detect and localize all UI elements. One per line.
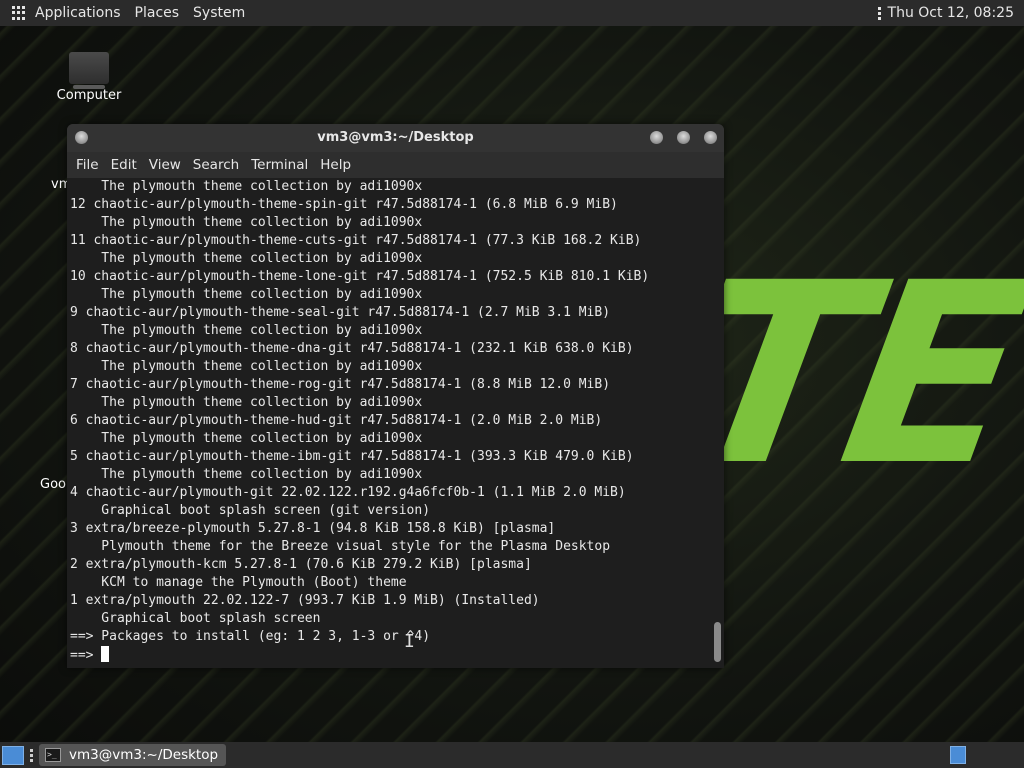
menu-terminal[interactable]: Terminal <box>245 152 314 178</box>
desktop-icon-computer[interactable]: Computer <box>50 50 128 103</box>
maximize-icon[interactable] <box>677 131 690 144</box>
terminal-line: The plymouth theme collection by adi1090… <box>70 251 423 266</box>
terminal-line: 1 extra/plymouth 22.02.122-7 (993.7 KiB … <box>70 593 540 608</box>
terminal-line: 11 chaotic-aur/plymouth-theme-cuts-git r… <box>70 233 642 248</box>
minimize-icon[interactable] <box>650 131 663 144</box>
terminal-line: The plymouth theme collection by adi1090… <box>70 215 423 230</box>
terminal-line: 9 chaotic-aur/plymouth-theme-seal-git r4… <box>70 305 611 320</box>
computer-icon <box>69 52 109 89</box>
menu-help[interactable]: Help <box>314 152 357 178</box>
terminal-line: Graphical boot splash screen (git versio… <box>70 503 431 518</box>
terminal-line: 5 chaotic-aur/plymouth-theme-ibm-git r47… <box>70 449 634 464</box>
prompt-text: ==> <box>70 648 102 663</box>
terminal-line: Graphical boot splash screen <box>70 611 321 626</box>
applications-grid-icon[interactable] <box>12 6 26 20</box>
menu-applications[interactable]: Applications <box>28 0 128 26</box>
taskbar-item-terminal[interactable]: >_ vm3@vm3:~/Desktop <box>39 744 227 766</box>
terminal-line: ==> Packages to install (eg: 1 2 3, 1-3 … <box>70 629 431 644</box>
terminal-prompt-line[interactable]: ==> <box>70 646 724 664</box>
desktop-icon-label-partial[interactable]: Goo <box>40 477 66 492</box>
text-cursor-ibeam-icon: I <box>404 631 415 652</box>
menu-view[interactable]: View <box>143 152 187 178</box>
scrollbar[interactable] <box>713 178 721 668</box>
terminal-line: The plymouth theme collection by adi1090… <box>70 287 423 302</box>
taskbar-item-label: vm3@vm3:~/Desktop <box>69 747 219 763</box>
terminal-output[interactable]: The plymouth theme collection by adi1090… <box>67 178 724 668</box>
terminal-window[interactable]: vm3@vm3:~/Desktop File Edit View Search … <box>67 124 724 668</box>
menu-system[interactable]: System <box>186 0 252 26</box>
terminal-line: 7 chaotic-aur/plymouth-theme-rog-git r47… <box>70 377 611 392</box>
clock-area[interactable]: Thu Oct 12, 08:25 <box>877 5 1024 21</box>
title-bar[interactable]: vm3@vm3:~/Desktop <box>67 124 724 152</box>
terminal-line: Plymouth theme for the Breeze visual sty… <box>70 539 611 554</box>
terminal-line: 12 chaotic-aur/plymouth-theme-spin-git r… <box>70 197 618 212</box>
terminal-icon: >_ <box>45 748 61 762</box>
terminal-line: 4 chaotic-aur/plymouth-git 22.02.122.r19… <box>70 485 626 500</box>
clock[interactable]: Thu Oct 12, 08:25 <box>888 5 1014 21</box>
desktop-icon-label: Computer <box>56 88 122 103</box>
terminal-line: The plymouth theme collection by adi1090… <box>70 323 423 338</box>
terminal-line: The plymouth theme collection by adi1090… <box>70 431 423 446</box>
menu-edit[interactable]: Edit <box>105 152 143 178</box>
panel-handle-icon <box>877 6 881 20</box>
window-title: vm3@vm3:~/Desktop <box>317 130 474 145</box>
close-icon[interactable] <box>704 131 717 144</box>
terminal-cursor <box>101 646 110 662</box>
show-desktop-icon[interactable] <box>2 745 24 765</box>
terminal-line: 10 chaotic-aur/plymouth-theme-lone-git r… <box>70 269 650 284</box>
bottom-panel: >_ vm3@vm3:~/Desktop <box>0 742 1024 768</box>
terminal-line: The plymouth theme collection by adi1090… <box>70 395 423 410</box>
menu-search[interactable]: Search <box>187 152 245 178</box>
menu-file[interactable]: File <box>70 152 105 178</box>
terminal-line: The plymouth theme collection by adi1090… <box>70 179 423 194</box>
terminal-line: 2 extra/plymouth-kcm 5.27.8-1 (70.6 KiB … <box>70 557 532 572</box>
menu-places[interactable]: Places <box>128 0 187 26</box>
terminal-line: The plymouth theme collection by adi1090… <box>70 467 423 482</box>
terminal-line: The plymouth theme collection by adi1090… <box>70 359 423 374</box>
scrollbar-thumb[interactable] <box>714 622 721 662</box>
terminal-line: KCM to manage the Plymouth (Boot) theme <box>70 575 407 590</box>
workspace-switcher[interactable] <box>950 746 966 764</box>
terminal-text[interactable]: The plymouth theme collection by adi1090… <box>67 178 724 664</box>
top-panel: Applications Places System Thu Oct 12, 0… <box>0 0 1024 26</box>
panel-handle-icon <box>30 748 33 762</box>
terminal-line: 3 extra/breeze-plymouth 5.27.8-1 (94.8 K… <box>70 521 556 536</box>
terminal-line: 8 chaotic-aur/plymouth-theme-dna-git r47… <box>70 341 634 356</box>
terminal-menu-bar: File Edit View Search Terminal Help <box>67 152 724 178</box>
terminal-line: 6 chaotic-aur/plymouth-theme-hud-git r47… <box>70 413 603 428</box>
